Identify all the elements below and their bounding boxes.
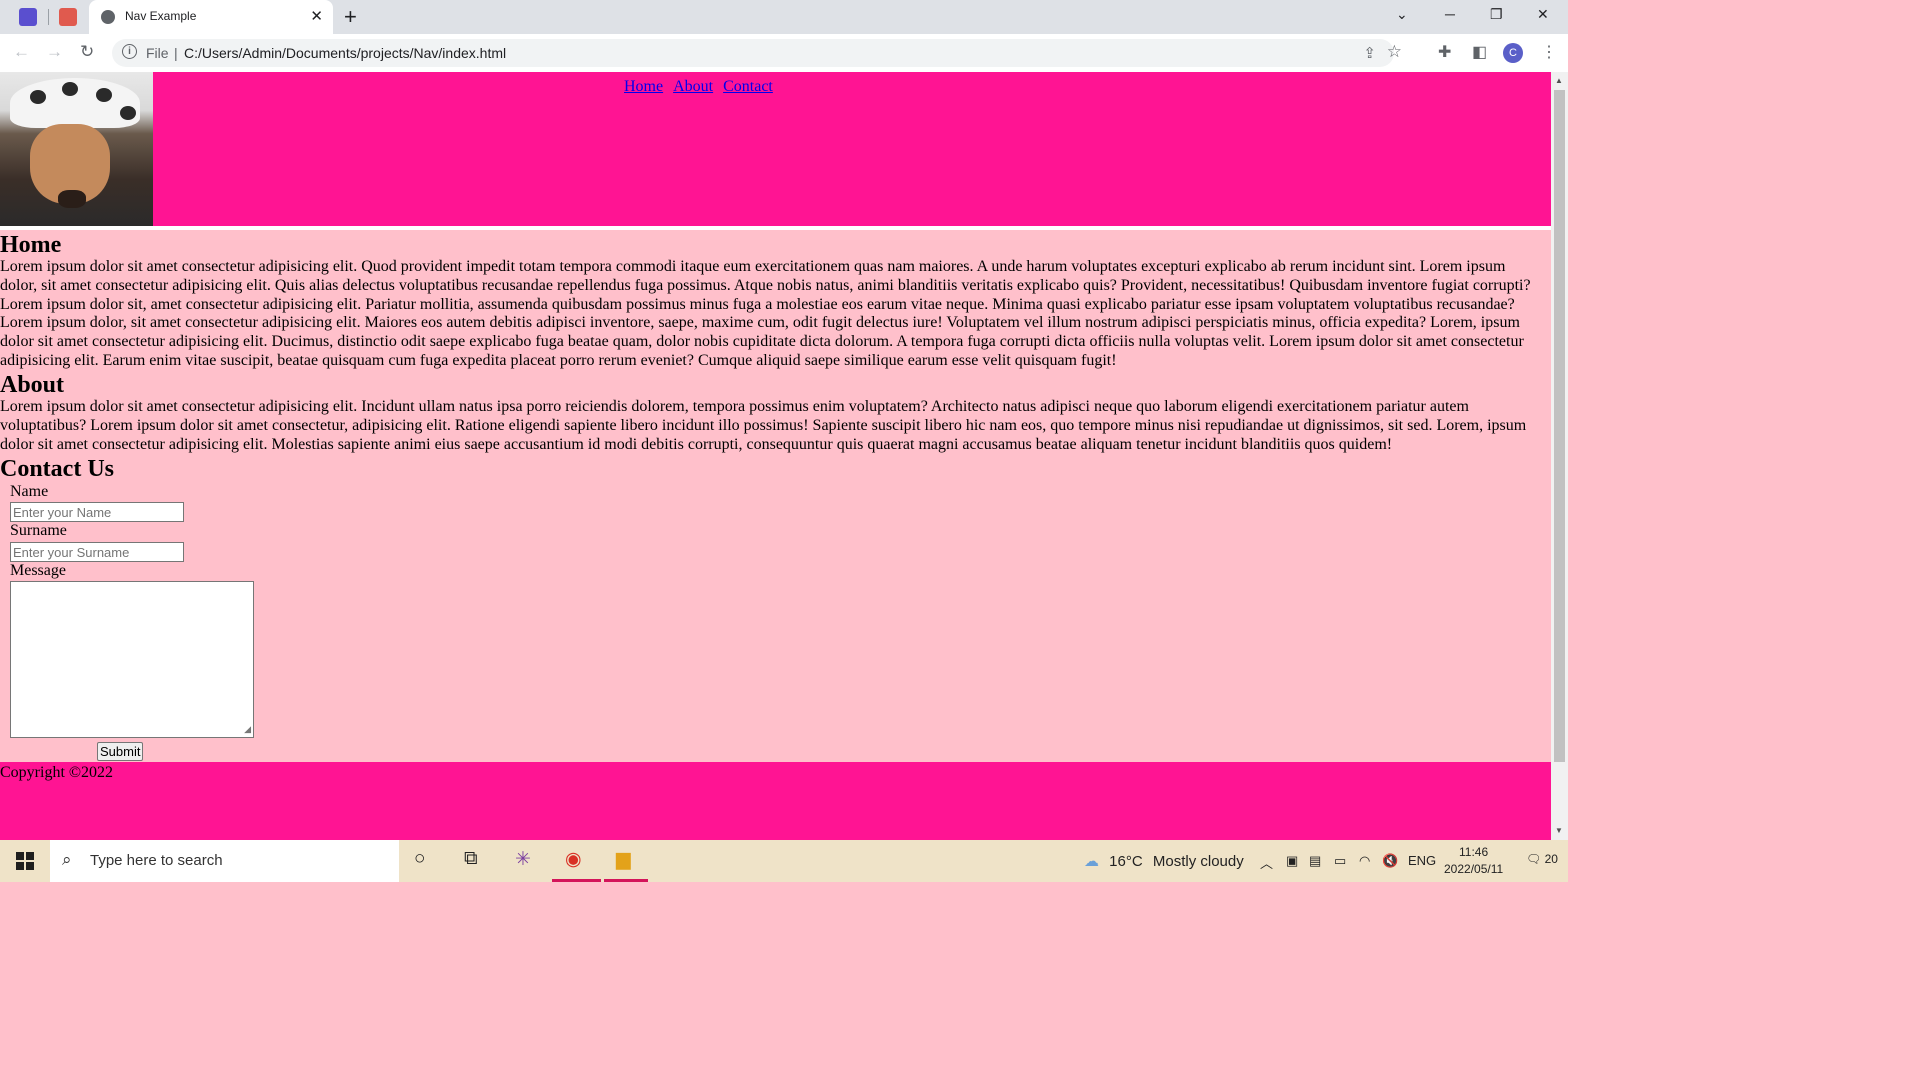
browser-toolbar: ← → ↻ i File | C:/Users/Admin/Documents/… — [0, 34, 1568, 72]
taskbar-search-placeholder: Type here to search — [90, 852, 223, 869]
side-panel-icon[interactable]: ◧ — [1472, 42, 1487, 62]
about-paragraph: Lorem ipsum dolor sit amet consectetur a… — [0, 398, 1527, 453]
scrollbar-thumb[interactable] — [1554, 90, 1565, 762]
bookmark-star-icon[interactable]: ☆ — [1387, 42, 1402, 62]
chrome-active-indicator — [552, 879, 601, 882]
notification-center[interactable]: 🗨 20 — [1526, 852, 1558, 866]
surname-label: Surname — [10, 522, 67, 539]
resize-grip-icon[interactable]: ◢ — [244, 724, 251, 735]
wifi-icon[interactable]: ◠ — [1359, 853, 1370, 869]
profile-avatar[interactable]: C — [1503, 43, 1523, 63]
cloud-icon: ☁ — [1084, 853, 1099, 870]
message-textarea[interactable]: ◢ — [10, 581, 254, 738]
windows-taskbar: ⌕ Type here to search ○ ⧉ ✳ ◉ ▆ ☁ 16°C M… — [0, 840, 1568, 882]
weather-text: Mostly cloudy — [1152, 853, 1244, 870]
menu-kebab-icon[interactable]: ⋮ — [1541, 42, 1557, 62]
task-view-icon[interactable]: ⧉ — [464, 848, 478, 870]
system-clock[interactable]: 11:46 2022/05/11 — [1444, 844, 1503, 878]
main-nav: Home About Contact — [624, 78, 783, 96]
scroll-down-icon[interactable]: ▼ — [1555, 826, 1563, 835]
nav-link-home[interactable]: Home — [624, 78, 663, 95]
clock-date: 2022/05/11 — [1444, 862, 1504, 876]
notification-icon: 🗨 — [1526, 852, 1542, 866]
page-scrollbar[interactable]: ▲ ▼ — [1551, 72, 1568, 840]
message-label: Message — [10, 562, 66, 579]
scroll-up-icon[interactable]: ▲ — [1555, 76, 1563, 85]
onedrive-icon[interactable]: ▤ — [1309, 853, 1321, 869]
nav-link-contact[interactable]: Contact — [723, 78, 773, 95]
close-window-icon[interactable]: ✕ — [1537, 6, 1549, 23]
restore-icon[interactable]: ❐ — [1490, 6, 1503, 23]
show-hidden-icons-chevron-icon[interactable]: ︿ — [1260, 853, 1273, 872]
tab-search-chevron-icon[interactable]: ⌄ — [1396, 6, 1408, 23]
file-explorer-icon[interactable]: ▆ — [616, 848, 631, 871]
forward-icon[interactable]: → — [46, 42, 63, 62]
about-heading: About — [0, 372, 65, 398]
hat-spot — [30, 90, 46, 104]
back-icon[interactable]: ← — [13, 42, 30, 62]
reload-icon[interactable]: ↻ — [80, 42, 94, 62]
globe-icon — [101, 10, 115, 24]
pinned-tab-b-icon[interactable] — [19, 8, 37, 26]
submit-button[interactable]: Submit — [97, 742, 144, 761]
clock-time: 11:46 — [1459, 845, 1489, 859]
extensions-puzzle-icon[interactable]: ✚ — [1438, 42, 1451, 62]
share-icon[interactable]: ⇪ — [1363, 44, 1376, 62]
logo-image — [0, 72, 153, 226]
chrome-icon[interactable]: ◉ — [565, 848, 582, 871]
nav-link-about[interactable]: About — [673, 78, 713, 95]
tab-title: Nav Example — [125, 9, 197, 23]
name-input[interactable] — [10, 502, 184, 522]
weather-widget[interactable]: ☁ 16°C Mostly cloudy — [1084, 852, 1244, 870]
hat-spot — [96, 88, 112, 102]
hat-spot — [62, 82, 78, 96]
pinned-tab-red-icon[interactable] — [59, 8, 77, 26]
tab-separator — [48, 9, 49, 25]
battery-icon[interactable]: ▭ — [1334, 853, 1346, 869]
minimize-icon[interactable]: ─ — [1445, 6, 1455, 22]
new-tab-icon[interactable]: + — [344, 4, 357, 30]
browser-tab-bar: Nav Example ✕ + ⌄ ─ ❐ ✕ — [0, 0, 1568, 34]
copyright-text: Copyright ©2022 — [0, 764, 114, 781]
home-heading: Home — [0, 232, 62, 258]
contact-heading: Contact Us — [0, 456, 114, 482]
explorer-active-indicator — [604, 879, 648, 882]
web-page: Home About Contact Home Lorem ipsum dolor … — [0, 72, 1551, 840]
close-tab-icon[interactable]: ✕ — [310, 7, 323, 25]
name-label: Name — [10, 483, 49, 500]
hat-spot — [120, 106, 136, 120]
notification-count: 20 — [1544, 852, 1558, 866]
slack-icon[interactable]: ✳ — [515, 848, 531, 871]
site-footer: Copyright ©2022 — [0, 762, 1551, 840]
meet-now-icon[interactable]: ▣ — [1286, 853, 1298, 869]
cortana-icon[interactable]: ○ — [414, 848, 425, 870]
temperature-text: 16°C — [1109, 853, 1143, 870]
url-separator: | — [174, 45, 178, 61]
speaker-muted-icon[interactable]: 🔇 — [1382, 853, 1398, 869]
home-paragraph: Lorem ipsum dolor sit amet consectetur a… — [0, 258, 1531, 369]
url-scheme-label: File — [146, 45, 169, 61]
search-icon: ⌕ — [62, 850, 72, 869]
beard-shape — [58, 190, 86, 208]
taskbar-search-box[interactable]: ⌕ Type here to search — [50, 840, 399, 882]
site-header: Home About Contact — [0, 72, 1551, 226]
address-bar[interactable]: i File | C:/Users/Admin/Documents/projec… — [112, 39, 1402, 67]
windows-start-icon[interactable] — [16, 852, 34, 870]
language-indicator[interactable]: ENG — [1408, 853, 1436, 868]
url-text[interactable]: C:/Users/Admin/Documents/projects/Nav/in… — [184, 45, 506, 61]
header-divider — [0, 226, 1551, 230]
info-icon[interactable]: i — [122, 44, 137, 59]
surname-input[interactable] — [10, 542, 184, 562]
active-tab[interactable]: Nav Example ✕ — [89, 0, 333, 34]
